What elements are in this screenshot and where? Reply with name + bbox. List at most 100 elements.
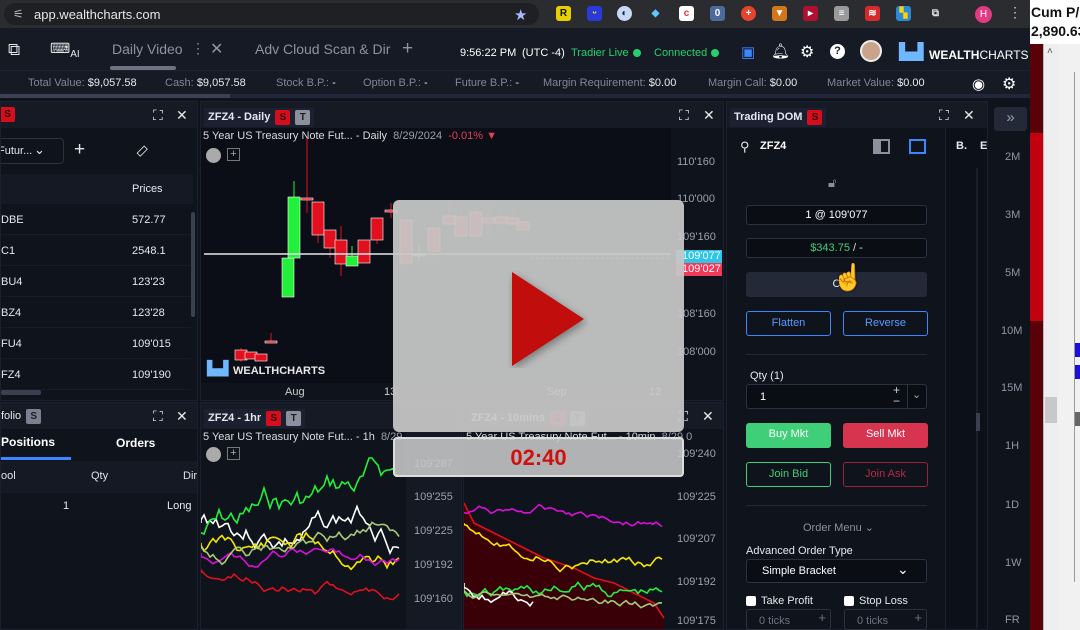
position-row[interactable]: 1 Long — [1, 493, 197, 519]
ladder-scrollbar[interactable] — [976, 413, 980, 431]
address-bar[interactable]: ⚟ app.wealthcharts.com ★ — [4, 3, 539, 25]
template-badge[interactable]: T — [286, 411, 302, 426]
extensions-puzzle-icon[interactable]: ⧉ — [928, 6, 943, 21]
horizontal-scrollbar[interactable] — [1, 390, 41, 395]
ai-chat-icon[interactable]: ⌨AI — [50, 40, 80, 60]
close-icon[interactable]: ✕ — [176, 408, 188, 425]
add-tab-icon[interactable]: + — [402, 38, 413, 60]
bookmark-star-icon[interactable]: ★ — [514, 6, 527, 24]
add-symbol-icon[interactable]: + — [74, 139, 85, 161]
share-badge[interactable]: S — [275, 110, 291, 125]
extension-page-icon[interactable]: ≡ — [834, 6, 849, 21]
share-badge[interactable]: S — [266, 411, 282, 426]
increment-icon[interactable]: + — [818, 610, 826, 625]
ladder-column-header[interactable]: B. — [956, 140, 967, 152]
extension-cleanup-icon[interactable]: c — [679, 6, 694, 21]
qty-stepper-icon[interactable]: + − — [893, 384, 900, 407]
ladder-column-header[interactable]: E — [980, 140, 987, 152]
user-avatar[interactable] — [860, 40, 882, 62]
watchlist-row[interactable]: C1 2548.1 — [1, 235, 191, 266]
settings-gear-icon[interactable]: ⚙ — [800, 42, 814, 62]
join-bid-button[interactable]: Join Bid — [746, 462, 831, 487]
browser-menu-icon[interactable]: ⋮ — [1008, 4, 1022, 21]
extension-face-icon[interactable]: ᵕ — [587, 6, 602, 21]
qty-column-header[interactable]: Qty — [91, 470, 108, 482]
vertical-scrollbar[interactable] — [191, 212, 195, 317]
search-icon[interactable]: ⚲ — [740, 139, 750, 155]
play-icon[interactable] — [508, 270, 588, 368]
maximize-icon[interactable]: ⛶ — [939, 107, 949, 124]
url-text[interactable]: app.wealthcharts.com — [34, 7, 160, 22]
tab-adv-cloud-scan[interactable]: Adv Cloud Scan & Dir — [255, 41, 390, 57]
take-profit-ticks-input[interactable]: 0 ticks + — [746, 609, 831, 630]
timeframe-1w[interactable]: 1W — [1005, 557, 1022, 569]
extension-r-icon[interactable]: R — [556, 6, 571, 21]
extension-fox-icon[interactable]: ▼ — [772, 6, 787, 21]
increment-icon[interactable]: + — [914, 610, 922, 625]
watchlist-row[interactable]: FZ4 109'190 — [1, 359, 191, 390]
extension-diamond-icon[interactable]: ◆ — [648, 6, 663, 21]
symbol-column-header[interactable]: ool — [1, 470, 16, 482]
watchlist-row[interactable]: DBE 572.77 — [1, 204, 191, 235]
scroll-thumb[interactable] — [1045, 397, 1057, 423]
help-icon[interactable]: ? — [830, 44, 845, 59]
save-icon[interactable]: ▣ — [741, 43, 755, 61]
profile-avatar[interactable]: H — [975, 6, 992, 23]
extension-book-icon[interactable]: ≋ — [865, 6, 880, 21]
qty-input[interactable]: 1 + − ⌄ — [746, 384, 927, 409]
advanced-order-type-select[interactable]: Simple Bracket ⌄ — [746, 559, 927, 583]
share-badge[interactable]: S — [1, 107, 15, 122]
alerts-bell-icon[interactable]: 🔔︎ — [771, 42, 790, 60]
timeframe-1d[interactable]: 1D — [1005, 499, 1019, 511]
timeframe-15m[interactable]: 15M — [1001, 382, 1022, 394]
windows-icon[interactable]: ⧉ — [8, 40, 20, 60]
scrollbar-thumb[interactable] — [0, 94, 230, 98]
video-play-overlay[interactable] — [393, 200, 684, 432]
tab-daily-video[interactable]: Daily Video — [112, 41, 183, 57]
portfolio-badge[interactable]: S — [26, 409, 42, 424]
stop-loss-ticks-input[interactable]: 0 ticks + — [844, 609, 927, 630]
join-ask-button[interactable]: Join Ask — [843, 462, 928, 487]
close-icon[interactable]: ✕ — [703, 107, 715, 124]
link-window-icon[interactable] — [909, 139, 926, 154]
eraser-icon[interactable]: ▭ — [131, 140, 152, 161]
unlock-icon[interactable]: 🔓︎ — [828, 175, 836, 191]
scroll-up-icon[interactable]: ˄ — [1047, 46, 1053, 57]
native-gray-button[interactable] — [1075, 412, 1080, 426]
timeframe-5m[interactable]: 5M — [1005, 267, 1020, 279]
share-badge[interactable]: S — [807, 110, 823, 125]
prices-column-header[interactable]: Prices — [132, 183, 163, 195]
sell-market-button[interactable]: Sell Mkt — [843, 423, 928, 448]
template-badge[interactable]: T — [295, 110, 311, 125]
watchlist-selector[interactable]: Futur... ⌄ — [1, 138, 64, 164]
chevron-down-icon[interactable]: ⌄ — [912, 388, 921, 401]
stop-loss-checkbox[interactable] — [844, 596, 854, 606]
tab-close-icon[interactable]: ✕ — [210, 39, 223, 59]
maximize-icon[interactable]: ⛶ — [153, 107, 163, 124]
tab-options-icon[interactable]: ⋮ — [191, 40, 205, 57]
extension-play-icon[interactable]: ▸ — [803, 6, 818, 21]
panel-layout-icon[interactable] — [873, 139, 890, 154]
close-icon[interactable]: ✕ — [702, 408, 714, 425]
take-profit-checkbox[interactable] — [746, 596, 756, 606]
maximize-icon[interactable]: ⛶ — [153, 408, 163, 425]
timeframe-fr[interactable]: FR — [1005, 614, 1020, 626]
extension-counter-icon[interactable]: 0 — [710, 6, 725, 21]
tab-positions[interactable]: Positions — [1, 435, 55, 449]
timeframe-10m[interactable]: 10M — [1001, 325, 1022, 337]
maximize-icon[interactable]: ⛶ — [679, 107, 689, 124]
watchlist-row[interactable]: FU4 109'015 — [1, 328, 191, 359]
native-blue-button[interactable] — [1075, 365, 1080, 379]
order-menu-toggle[interactable]: Order Menu ⌄ — [803, 521, 874, 534]
site-settings-icon[interactable]: ⚟ — [13, 7, 24, 21]
chart-tab[interactable]: ZFZ4 - Daily S T — [204, 108, 315, 127]
dom-ladder[interactable]: B. E — [945, 128, 987, 629]
expand-sidebar-icon[interactable]: » — [994, 107, 1027, 131]
buy-market-button[interactable]: Buy Mkt — [746, 423, 831, 448]
flatten-button[interactable]: Flatten — [746, 311, 831, 336]
extension-shield-icon[interactable]: ◐ — [617, 6, 632, 21]
close-icon[interactable]: ✕ — [176, 107, 188, 124]
timeframe-2m[interactable]: 2M — [1005, 151, 1020, 163]
chart-tab[interactable]: ZFZ4 - 1hr S T — [204, 409, 306, 428]
account-settings-gear-icon[interactable]: ⚙ — [1002, 74, 1016, 94]
